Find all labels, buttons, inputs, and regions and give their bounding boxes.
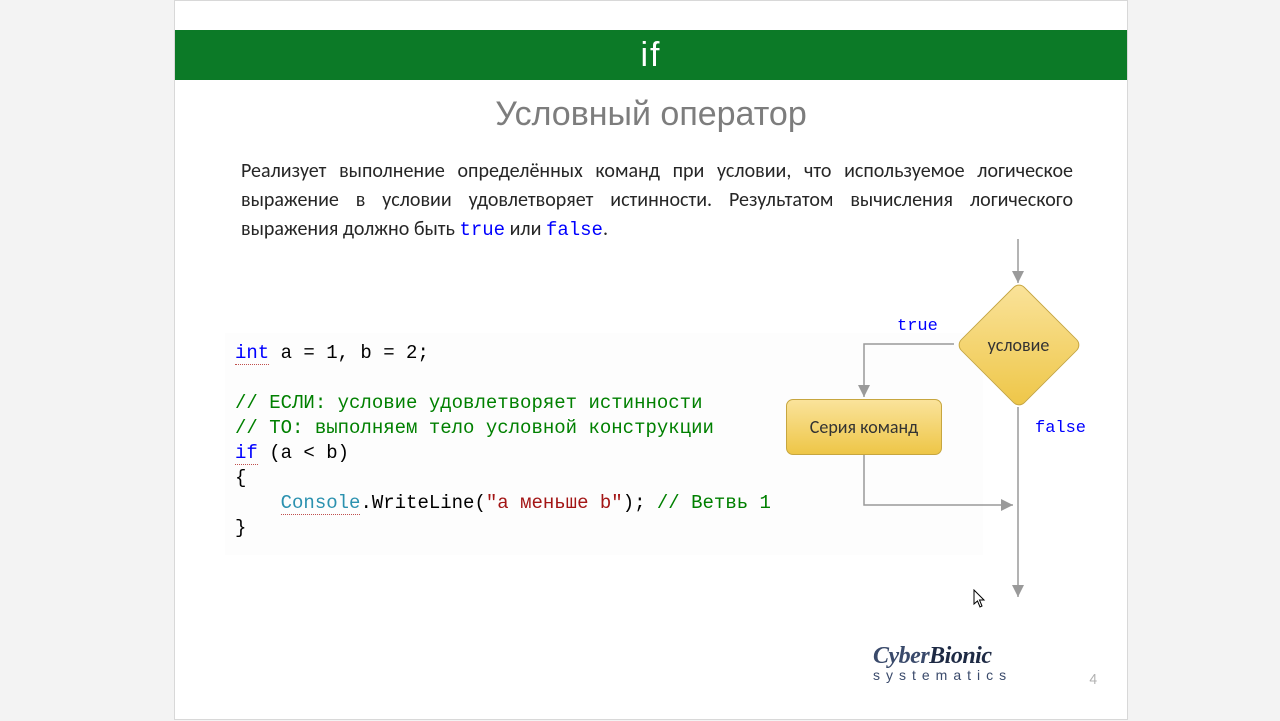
- logo-line2: systematics: [873, 668, 1053, 682]
- cursor-icon: [973, 589, 987, 609]
- box-label: Серия команд: [810, 416, 918, 438]
- diamond-label: условие: [988, 334, 1050, 356]
- flowchart-true-label: true: [897, 317, 938, 336]
- flowchart-condition-diamond: условие: [953, 279, 1084, 410]
- logo-line1: CyberBionic: [873, 644, 1053, 668]
- slide: if Условный оператор Реализует выполнени…: [174, 0, 1128, 720]
- flowchart-false-label: false: [1035, 419, 1086, 438]
- flowchart-commands-box: Серия команд: [786, 399, 942, 455]
- page-number: 4: [1089, 671, 1097, 689]
- logo: CyberBionic systematics: [873, 644, 1053, 682]
